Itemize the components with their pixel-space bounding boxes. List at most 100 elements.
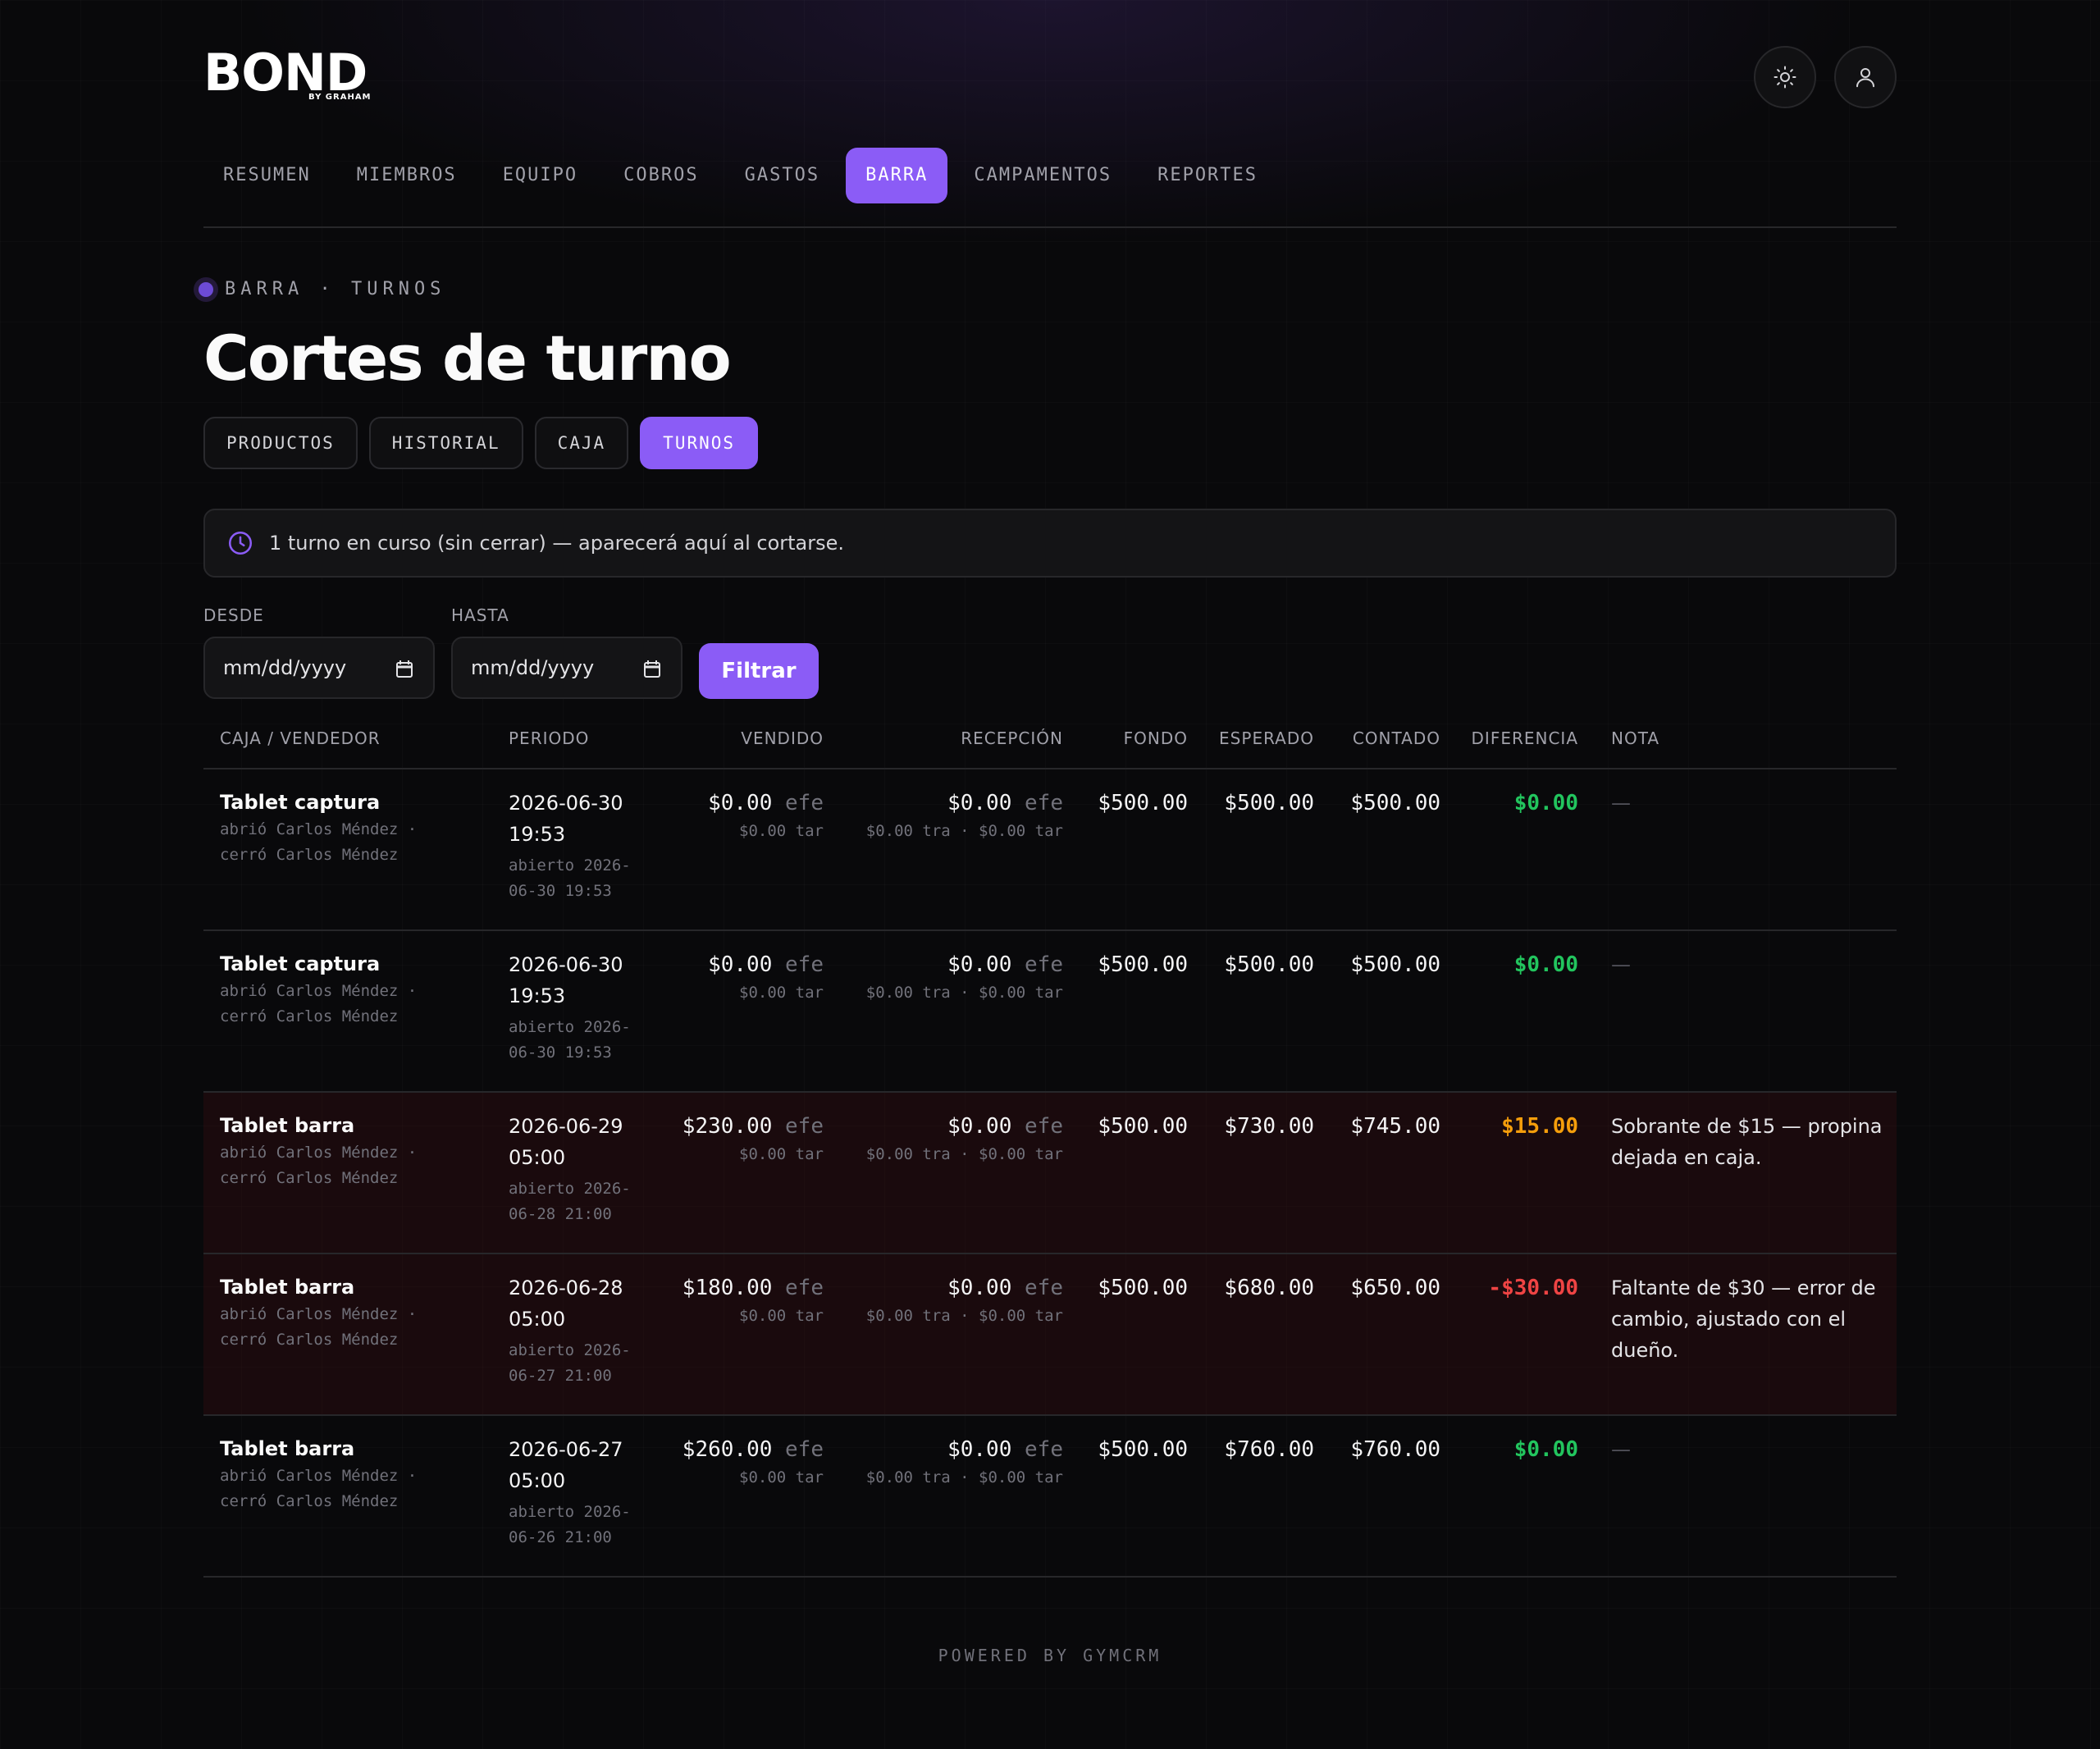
filter-button[interactable]: Filtrar <box>699 643 819 699</box>
notice-text: 1 turno en curso (sin cerrar) — aparecer… <box>269 532 845 555</box>
theme-toggle-button[interactable] <box>1754 46 1816 108</box>
periodo-cell: 2026-06-30 19:53 abierto 2026- 06-30 19:… <box>509 949 631 1066</box>
calendar-icon <box>644 660 660 678</box>
breadcrumb-dot-icon <box>199 281 213 297</box>
vendido-cell: $260.00 efe $0.00 tar <box>682 1437 824 1486</box>
tab-caja[interactable]: CAJA <box>534 417 629 469</box>
caja-name: Tablet barra <box>220 1437 355 1460</box>
tab-productos[interactable]: PRODUCTOS <box>203 417 358 469</box>
user-menu-button[interactable] <box>1834 46 1897 108</box>
nota-text: Faltante de $30 — error de cambio, ajust… <box>1611 1276 1876 1362</box>
table-row[interactable]: Tablet captura abrió Carlos Méndez · cer… <box>203 769 1897 931</box>
vendido-value: $260.00 <box>682 1437 773 1462</box>
recepcion-cell: $0.00 efe $0.00 tra · $0.00 tar <box>866 1276 1063 1325</box>
periodo-time: 05:00 <box>509 1146 566 1169</box>
opened-at-cont: 06-30 19:53 <box>509 882 612 900</box>
breadcrumb: BARRA · TURNOS <box>199 279 445 299</box>
caja-name: Tablet captura <box>220 791 381 814</box>
caja-name: Tablet barra <box>220 1276 355 1299</box>
periodo-date: 2026-06-29 <box>509 1115 623 1138</box>
opened-at: abierto 2026- <box>509 1180 631 1198</box>
th-diferencia: DIFERENCIA <box>1471 728 1578 748</box>
desde-date-input[interactable]: mm/dd/yyyy <box>203 637 435 699</box>
opened-at-cont: 06-27 21:00 <box>509 1367 612 1385</box>
fondo-value: $500.00 <box>1098 1276 1188 1300</box>
vendido-card: $0.00 tar <box>739 984 824 1002</box>
opened-at: abierto 2026- <box>509 1503 631 1521</box>
recepcion-value: $0.00 <box>947 1437 1012 1462</box>
fondo-value: $500.00 <box>1098 791 1188 815</box>
diferencia-value: $0.00 <box>1513 952 1578 977</box>
nav-item-gastos[interactable]: GASTOS <box>725 148 839 203</box>
nav-item-reportes[interactable]: REPORTES <box>1138 148 1277 203</box>
nav-item-cobros[interactable]: COBROS <box>604 148 718 203</box>
tab-historial[interactable]: HISTORIAL <box>368 417 523 469</box>
table-row[interactable]: Tablet barra abrió Carlos Méndez · cerró… <box>203 1416 1897 1578</box>
nav-item-resumen[interactable]: RESUMEN <box>203 148 331 203</box>
recepcion-value: $0.00 <box>947 1276 1012 1300</box>
vendido-value: $0.00 <box>708 791 773 815</box>
periodo-cell: 2026-06-30 19:53 abierto 2026- 06-30 19:… <box>509 788 631 904</box>
recepcion-unit: efe <box>1025 791 1063 815</box>
vendido-unit: efe <box>785 952 824 977</box>
hasta-label: HASTA <box>451 605 509 625</box>
vendido-cell: $0.00 efe $0.00 tar <box>708 952 824 1002</box>
opened-by: abrió Carlos Méndez · <box>220 1467 418 1485</box>
closed-by: cerró Carlos Méndez <box>220 1492 399 1510</box>
user-icon <box>1856 68 1874 88</box>
contado-value: $500.00 <box>1350 791 1440 815</box>
fondo-value: $500.00 <box>1098 1114 1188 1139</box>
brand-name: BOND <box>203 43 368 103</box>
vendido-cell: $0.00 efe $0.00 tar <box>708 791 824 840</box>
main-nav: RESUMEN MIEMBROS EQUIPO COBROS GASTOS BA… <box>203 148 1284 203</box>
esperado-value: $680.00 <box>1224 1276 1314 1300</box>
caja-cell: Tablet captura abrió Carlos Méndez · cer… <box>220 952 417 1030</box>
table-row[interactable]: Tablet barra abrió Carlos Méndez · cerró… <box>203 1093 1897 1254</box>
th-recepcion: RECEPCIÓN <box>961 728 1063 748</box>
app-header: BOND BY GRAHAM <box>203 0 1897 148</box>
nota-text: — <box>1611 953 1631 976</box>
recepcion-sub: $0.00 tra · $0.00 tar <box>865 1145 1063 1163</box>
vendido-cell: $180.00 efe $0.00 tar <box>682 1276 824 1325</box>
recepcion-cell: $0.00 efe $0.00 tra · $0.00 tar <box>866 952 1063 1002</box>
periodo-time: 19:53 <box>509 823 566 846</box>
nav-item-barra[interactable]: BARRA <box>846 148 948 203</box>
brand-logo[interactable]: BOND BY GRAHAM <box>203 48 386 105</box>
opened-at-cont: 06-28 21:00 <box>509 1205 612 1223</box>
fondo-value: $500.00 <box>1098 952 1188 977</box>
nota-text: — <box>1611 792 1631 815</box>
opened-by: abrió Carlos Méndez · <box>220 1305 418 1323</box>
esperado-value: $760.00 <box>1224 1437 1314 1462</box>
periodo-time: 05:00 <box>509 1308 566 1331</box>
closed-by: cerró Carlos Méndez <box>220 1169 399 1187</box>
tab-turnos[interactable]: TURNOS <box>640 417 759 469</box>
nav-item-equipo[interactable]: EQUIPO <box>483 148 597 203</box>
periodo-date: 2026-06-28 <box>509 1276 623 1299</box>
diferencia-value: $0.00 <box>1513 1437 1578 1462</box>
page-title: Cortes de turno <box>203 322 732 395</box>
contado-value: $650.00 <box>1350 1276 1440 1300</box>
nav-item-campamentos[interactable]: CAMPAMENTOS <box>954 148 1131 203</box>
vendido-card: $0.00 tar <box>739 822 824 840</box>
hasta-date-input[interactable]: mm/dd/yyyy <box>451 637 682 699</box>
nav-item-miembros[interactable]: MIEMBROS <box>337 148 477 203</box>
open-shift-notice: 1 turno en curso (sin cerrar) — aparecer… <box>203 509 1897 578</box>
periodo-date: 2026-06-30 <box>509 792 623 815</box>
recepcion-cell: $0.00 efe $0.00 tra · $0.00 tar <box>866 1114 1063 1163</box>
sun-icon <box>1774 66 1796 89</box>
recepcion-unit: efe <box>1025 1437 1063 1462</box>
th-esperado: ESPERADO <box>1219 728 1314 748</box>
vendido-unit: efe <box>785 1276 824 1300</box>
table-body: Tablet captura abrió Carlos Méndez · cer… <box>203 769 1897 1578</box>
shift-cuts-table: CAJA / VENDEDOR PERIODO VENDIDO RECEPCIÓ… <box>203 715 1897 1578</box>
caja-cell: Tablet barra abrió Carlos Méndez · cerró… <box>220 1276 417 1353</box>
opened-at: abierto 2026- <box>509 1341 631 1359</box>
table-row[interactable]: Tablet barra abrió Carlos Méndez · cerró… <box>203 1254 1897 1416</box>
calendar-icon <box>396 660 413 678</box>
desde-label: DESDE <box>203 605 264 625</box>
periodo-time: 05:00 <box>509 1469 566 1492</box>
th-periodo: PERIODO <box>509 728 590 748</box>
periodo-date: 2026-06-30 <box>509 953 623 976</box>
table-row[interactable]: Tablet captura abrió Carlos Méndez · cer… <box>203 931 1897 1093</box>
vendido-value: $0.00 <box>708 952 773 977</box>
